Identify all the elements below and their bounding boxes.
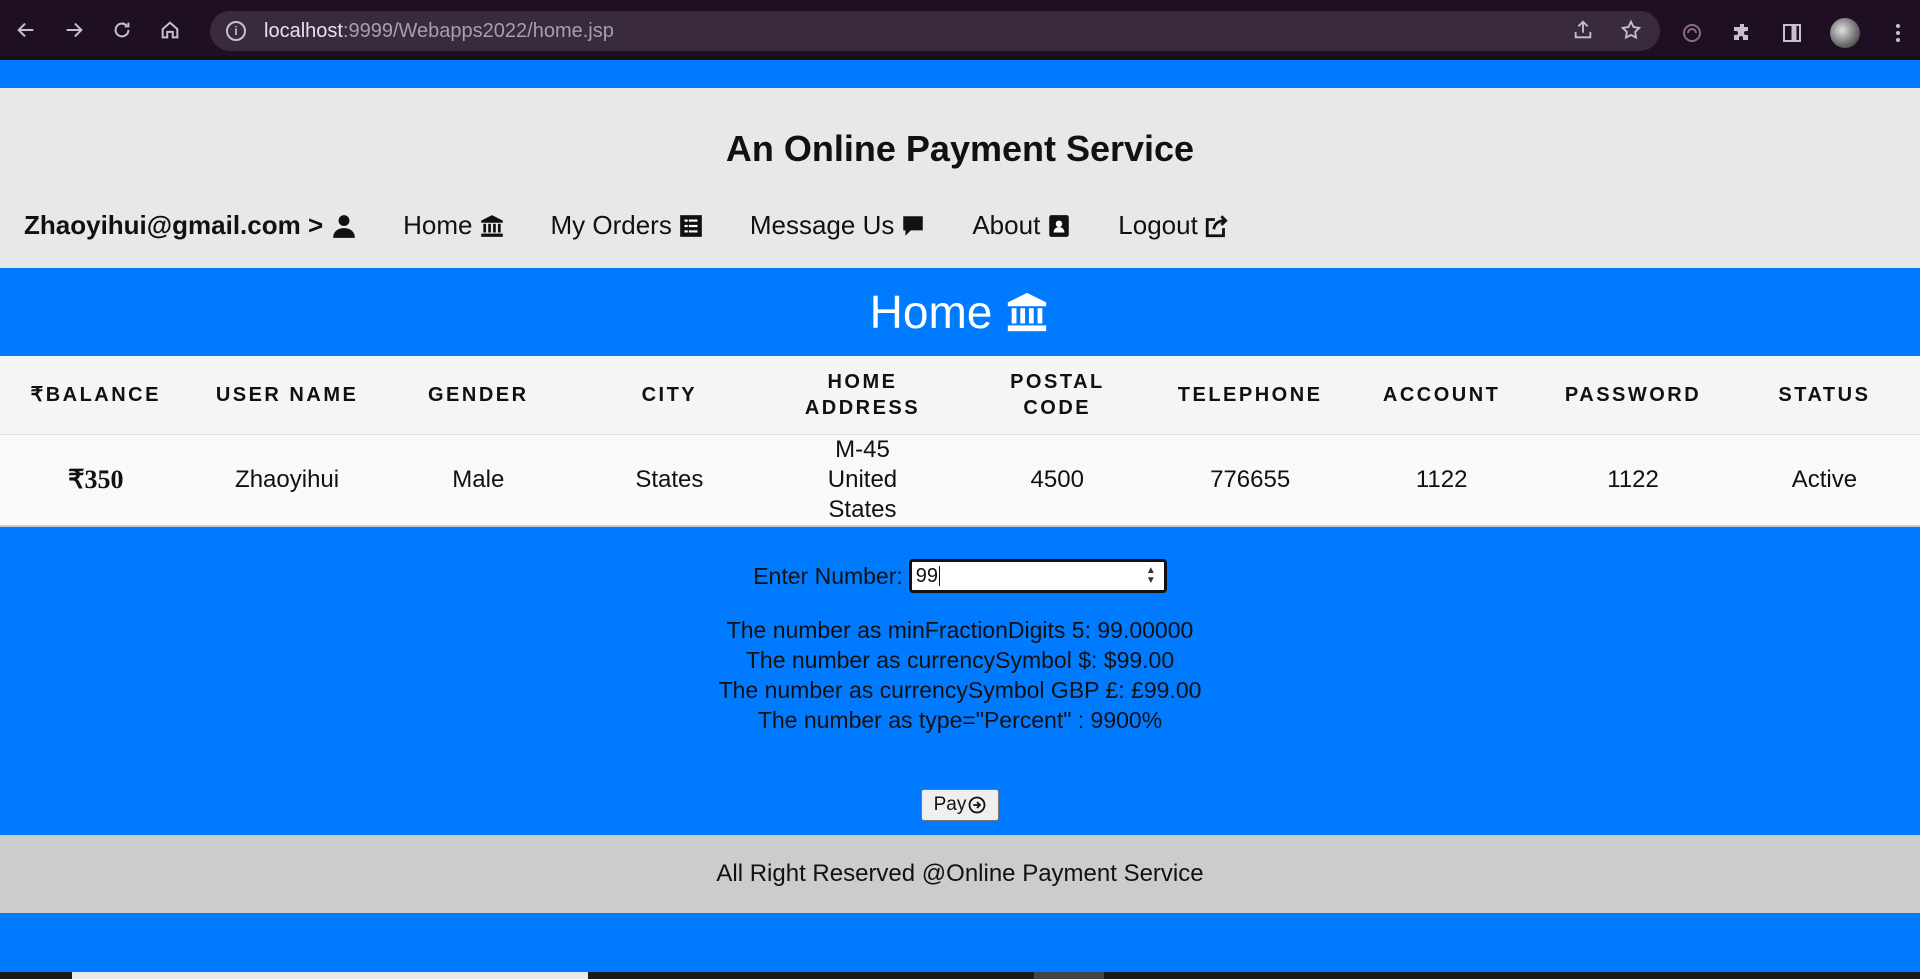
site-header: An Online Payment Service Zhaoyihui@gmai…: [0, 88, 1920, 268]
postal-code-cell: 4500: [960, 434, 1155, 526]
bookmark-star-icon[interactable]: [1620, 19, 1642, 41]
sync-extension-icon[interactable]: [1680, 21, 1704, 45]
site-title: An Online Payment Service: [725, 128, 1195, 169]
column-header: ACCOUNT: [1345, 356, 1538, 435]
section-title-text: Home: [869, 286, 993, 338]
number-input-value: 99: [915, 564, 939, 587]
format-results: The number as minFractionDigits 5: 99.00…: [0, 615, 1920, 735]
result-currency-gbp: The number as currencySymbol GBP £: £99.…: [718, 677, 1202, 703]
arrow-right-icon: [66, 22, 83, 38]
section-title: Home: [0, 268, 1920, 356]
taskbar-strip: [0, 972, 1920, 979]
back-button[interactable]: [4, 8, 48, 52]
contact-book-icon: [1049, 214, 1070, 237]
nav-home-link[interactable]: Home: [403, 210, 504, 241]
column-header: PASSWORD: [1537, 356, 1729, 435]
status-cell: Active: [1728, 434, 1920, 526]
reload-icon: [114, 22, 130, 38]
home-icon: [161, 21, 179, 39]
arrow-circle-right-icon: [968, 796, 986, 814]
arrow-left-icon: [17, 22, 34, 38]
table-header-row: ₹BALANCE USER NAME GENDER CITY HOME ADDR…: [0, 356, 1920, 435]
bank-icon: [1008, 292, 1047, 332]
side-panel-icon[interactable]: [1780, 21, 1804, 45]
telephone-cell: 776655: [1154, 434, 1346, 526]
nav-logout-label: Logout: [1118, 210, 1198, 240]
column-header: HOME ADDRESS: [764, 356, 961, 435]
account-cell: 1122: [1345, 434, 1538, 526]
nav-message-us-link[interactable]: Message Us: [750, 210, 927, 241]
spin-down-icon[interactable]: ▼: [1146, 576, 1156, 586]
reload-button[interactable]: [100, 8, 144, 52]
nav-my-orders-label: My Orders: [550, 210, 672, 240]
chat-icon: [903, 215, 924, 236]
list-icon: [680, 214, 702, 237]
gender-cell: Male: [382, 434, 574, 526]
share-icon[interactable]: [1572, 19, 1594, 41]
bank-icon: [480, 214, 503, 237]
user-icon: [333, 214, 355, 238]
column-header: GENDER: [382, 356, 574, 435]
navbar: Zhaoyihui@gmail.com > Home My Orders Mes…: [24, 210, 1230, 241]
enter-number-label: Enter Number:: [753, 562, 903, 589]
table-row: ₹350 Zhaoyihui Male States M-45 United S…: [0, 434, 1920, 526]
column-header: TELEPHONE: [1154, 356, 1346, 435]
number-spinner[interactable]: ▲ ▼: [1146, 566, 1156, 586]
nav-message-us-label: Message Us: [749, 210, 895, 240]
account-table: ₹BALANCE USER NAME GENDER CITY HOME ADDR…: [0, 356, 1920, 527]
nav-home-label: Home: [403, 210, 473, 240]
column-header: STATUS: [1728, 356, 1920, 435]
text-cursor: [939, 566, 941, 586]
taskbar-segment: [1034, 972, 1104, 979]
share-out-icon: [1205, 214, 1228, 237]
home-address-cell: M-45 United States: [764, 434, 961, 526]
pay-button[interactable]: Pay: [921, 789, 999, 821]
number-input[interactable]: 99 ▲ ▼: [908, 559, 1167, 593]
password-cell: 1122: [1537, 434, 1729, 526]
nav-about-link[interactable]: About: [972, 210, 1072, 241]
result-min-fraction: The number as minFractionDigits 5: 99.00…: [726, 617, 1194, 643]
home-button[interactable]: [148, 8, 192, 52]
site-footer: All Right Reserved @Online Payment Servi…: [0, 835, 1920, 913]
profile-avatar[interactable]: [1830, 18, 1860, 48]
puzzle-extensions-icon[interactable]: [1730, 21, 1754, 45]
enter-number-row: Enter Number: 99 ▲ ▼: [0, 559, 1920, 593]
footer-text: All Right Reserved @Online Payment Servi…: [716, 860, 1204, 887]
kebab-menu-icon[interactable]: [1886, 21, 1910, 45]
result-currency-usd: The number as currencySymbol $: $99.00: [745, 647, 1175, 673]
address-bar[interactable]: i localhost:9999/Webapps2022/home.jsp: [210, 11, 1660, 51]
user-email-label: Zhaoyihui@gmail.com >: [24, 210, 324, 240]
username-cell: Zhaoyihui: [191, 434, 383, 526]
taskbar-segment: [72, 972, 588, 979]
url-host: localhost: [264, 19, 343, 42]
site-info-icon[interactable]: i: [226, 21, 246, 41]
balance-cell: ₹350: [0, 434, 192, 526]
top-blue-strip: [0, 60, 1920, 88]
browser-toolbar: i localhost:9999/Webapps2022/home.jsp: [0, 0, 1920, 60]
pay-button-label: Pay: [933, 794, 967, 815]
result-percent: The number as type="Percent" : 9900%: [757, 707, 1163, 733]
column-header: USER NAME: [191, 356, 383, 435]
nav-logout-link[interactable]: Logout: [1118, 210, 1230, 241]
url-text: localhost:9999/Webapps2022/home.jsp: [264, 20, 614, 43]
column-header: POSTAL CODE: [960, 356, 1155, 435]
column-header: ₹BALANCE: [0, 356, 192, 435]
forward-button[interactable]: [52, 8, 96, 52]
column-header: CITY: [573, 356, 765, 435]
user-email-link[interactable]: Zhaoyihui@gmail.com >: [24, 210, 357, 241]
nav-about-label: About: [972, 210, 1041, 240]
url-path: :9999/Webapps2022/home.jsp: [342, 19, 614, 42]
nav-my-orders-link[interactable]: My Orders: [551, 210, 704, 241]
city-cell: States: [573, 434, 765, 526]
